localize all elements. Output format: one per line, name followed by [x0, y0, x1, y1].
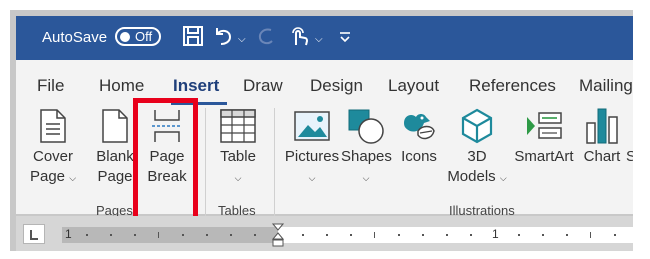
pictures-label: Pictures: [284, 148, 340, 165]
ruler-margin: [62, 227, 278, 243]
screenshot-button-partial[interactable]: S: [626, 105, 633, 167]
3d-models-label-2: Models: [447, 168, 496, 185]
ruler-number: 1: [492, 227, 499, 241]
chart-button[interactable]: Chart: [580, 105, 624, 167]
word-window: AutoSave Off ⌵ ⌵ File Home Insert Draw D…: [10, 10, 633, 251]
customize-quick-access-icon[interactable]: [338, 30, 352, 44]
autosave-toggle[interactable]: Off: [115, 27, 161, 46]
chevron-down-icon: ⌵: [499, 173, 507, 183]
3d-models-label-1: 3D: [467, 148, 487, 165]
3d-models-icon: [444, 105, 510, 147]
autosave-label: AutoSave: [42, 29, 108, 46]
tab-home[interactable]: Home: [99, 76, 144, 96]
tab-mailings[interactable]: Mailing: [579, 76, 633, 96]
cover-page-icon: [28, 105, 78, 147]
3d-models-button[interactable]: 3D Models ⌵: [444, 105, 510, 188]
icons-button[interactable]: Icons: [397, 105, 441, 167]
ribbon-tabs: File Home Insert Draw Design Layout Refe…: [16, 76, 633, 98]
cover-page-label-1: Cover: [32, 148, 73, 165]
save-icon[interactable]: [182, 25, 204, 47]
undo-dropdown-icon[interactable]: ⌵: [238, 34, 246, 45]
shapes-label: Shapes: [341, 148, 392, 165]
autosave-state: Off: [135, 29, 153, 44]
redo-icon: [256, 25, 278, 47]
pictures-button[interactable]: Pictures ⌵: [284, 105, 340, 188]
touch-mode-icon[interactable]: [288, 25, 310, 47]
shapes-icon: [341, 105, 391, 147]
smartart-label: SmartArt: [514, 148, 574, 165]
tab-file[interactable]: File: [37, 76, 64, 96]
ruler-number: 1: [65, 227, 72, 241]
chevron-down-icon: ⌵: [234, 173, 242, 183]
ribbon: File Home Insert Draw Design Layout Refe…: [16, 60, 633, 220]
tab-insert[interactable]: Insert: [173, 76, 219, 96]
icons-icon: [397, 105, 441, 147]
tab-draw[interactable]: Draw: [243, 76, 283, 96]
blank-page-label-2: Page: [97, 168, 133, 185]
undo-icon[interactable]: [212, 25, 234, 47]
shapes-button[interactable]: Shapes ⌵: [341, 105, 392, 188]
group-divider: [274, 108, 275, 220]
screenshot-label-partial: S: [626, 148, 633, 165]
blank-page-label-1: Blank: [96, 148, 134, 165]
toggle-knob: [120, 31, 130, 42]
chevron-down-icon: ⌵: [308, 173, 316, 183]
indent-marker-icon[interactable]: [271, 223, 285, 251]
cover-page-label-2: Page: [29, 168, 66, 185]
table-grid-icon: [213, 105, 263, 147]
tab-references[interactable]: References: [469, 76, 556, 96]
smartart-icon: [512, 105, 576, 147]
chart-label: Chart: [583, 148, 621, 165]
icons-label: Icons: [401, 148, 437, 165]
tab-selector-button[interactable]: [23, 224, 45, 244]
table-label: Table: [220, 148, 256, 165]
tab-design[interactable]: Design: [310, 76, 363, 96]
chart-icon: [580, 105, 624, 147]
cover-page-button[interactable]: Cover Page ⌵: [28, 105, 78, 188]
group-divider: [205, 108, 206, 220]
table-button[interactable]: Table ⌵: [213, 105, 263, 188]
smartart-button[interactable]: SmartArt: [512, 105, 576, 167]
chevron-down-icon: ⌵: [69, 173, 77, 183]
tab-layout[interactable]: Layout: [388, 76, 439, 96]
highlight-box: [133, 98, 198, 233]
ruler-area: 1 1: [16, 216, 633, 251]
pictures-icon: [284, 105, 340, 147]
horizontal-ruler[interactable]: 1 1: [62, 223, 633, 247]
touch-mode-dropdown-icon[interactable]: ⌵: [315, 34, 323, 45]
blank-page-icon: [94, 105, 136, 147]
chevron-down-icon: ⌵: [362, 173, 370, 183]
blank-page-button[interactable]: Blank Page: [94, 105, 136, 187]
title-bar: AutoSave Off ⌵ ⌵: [16, 16, 633, 60]
